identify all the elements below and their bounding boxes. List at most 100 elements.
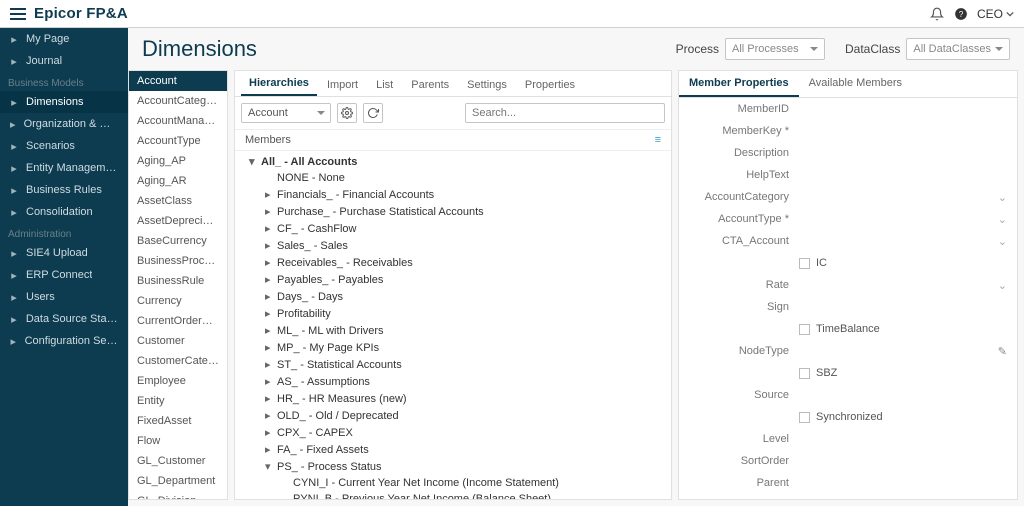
sidebar-item-business-rules[interactable]: ▸Business Rules xyxy=(0,179,128,201)
sidebar-item-data-source-status[interactable]: ▸Data Source Status xyxy=(0,308,128,330)
prop-value[interactable]: IC xyxy=(799,257,1007,269)
prop-value[interactable]: ⌄ xyxy=(799,235,1007,248)
nav-item-icon: ▸ xyxy=(8,118,18,130)
dimension-item[interactable]: Account xyxy=(129,71,227,91)
checkbox[interactable] xyxy=(799,324,810,335)
prop-value[interactable]: ⌄ xyxy=(799,279,1007,292)
dimension-item[interactable]: Currency xyxy=(129,291,227,311)
tree-row[interactable]: CYNI_I - Current Year Net Income (Income… xyxy=(235,475,671,491)
dimension-item[interactable]: Employee xyxy=(129,371,227,391)
dimension-item[interactable]: CustomerCategory xyxy=(129,351,227,371)
dimension-item[interactable]: BaseCurrency xyxy=(129,231,227,251)
tree-row[interactable]: NONE - None xyxy=(235,170,671,186)
prop-value[interactable]: SBZ xyxy=(799,367,1007,379)
dimension-item[interactable]: AssetDepreciationPc xyxy=(129,211,227,231)
dimension-item[interactable]: Aging_AR xyxy=(129,171,227,191)
tab-settings[interactable]: Settings xyxy=(459,74,515,96)
tree-label: Payables_ - Payables xyxy=(277,274,383,286)
dimension-item[interactable]: AccountCategory xyxy=(129,91,227,111)
tab-hierarchies[interactable]: Hierarchies xyxy=(241,72,317,96)
tree-row[interactable]: ▸AS_ - Assumptions xyxy=(235,373,671,390)
tree-row[interactable]: ▸Financials_ - Financial Accounts xyxy=(235,186,671,203)
dimension-item[interactable]: CurrentOrderState xyxy=(129,311,227,331)
tree-row[interactable]: ▸ML_ - ML with Drivers xyxy=(235,322,671,339)
tab-parents[interactable]: Parents xyxy=(403,74,457,96)
dimension-item[interactable]: AccountType xyxy=(129,131,227,151)
tree-row[interactable]: ▸Purchase_ - Purchase Statistical Accoun… xyxy=(235,203,671,220)
tree-row[interactable]: ▸Receivables_ - Receivables xyxy=(235,254,671,271)
tree-row[interactable]: ▸Profitability xyxy=(235,305,671,322)
nav-item-icon: ▸ xyxy=(8,55,20,67)
dimension-item[interactable]: AssetClass xyxy=(129,191,227,211)
dimension-item[interactable]: GL_Department xyxy=(129,471,227,491)
tab-import[interactable]: Import xyxy=(319,74,366,96)
prop-value[interactable]: Synchronized xyxy=(799,411,1007,423)
tree-row[interactable]: ▸OLD_ - Old / Deprecated xyxy=(235,407,671,424)
dimension-item[interactable]: Flow xyxy=(129,431,227,451)
tree-caret-icon: ▾ xyxy=(265,460,273,473)
tree-row[interactable]: ▸MP_ - My Page KPIs xyxy=(235,339,671,356)
prop-value[interactable]: ✎ xyxy=(799,345,1007,358)
tree-row[interactable]: ▸Days_ - Days xyxy=(235,288,671,305)
tree-label: CPX_ - CAPEX xyxy=(277,427,353,439)
sidebar-item-scenarios[interactable]: ▸Scenarios xyxy=(0,135,128,157)
tab-list[interactable]: List xyxy=(368,74,401,96)
dimension-item[interactable]: Customer xyxy=(129,331,227,351)
help-icon[interactable]: ? xyxy=(953,6,969,22)
dimension-item[interactable]: Aging_AP xyxy=(129,151,227,171)
tree-row[interactable]: ▸CPX_ - CAPEX xyxy=(235,424,671,441)
gear-icon[interactable] xyxy=(337,103,357,123)
sidebar-item-entity-management[interactable]: ▸Entity Management xyxy=(0,157,128,179)
tree-row[interactable]: ▸Payables_ - Payables xyxy=(235,271,671,288)
prop-label: NodeType xyxy=(689,345,799,357)
prop-value[interactable]: TimeBalance xyxy=(799,323,1007,335)
checkbox[interactable] xyxy=(799,258,810,269)
dimension-item[interactable]: AccountManager xyxy=(129,111,227,131)
members-menu-icon[interactable]: ≡ xyxy=(655,134,661,146)
menu-toggle-button[interactable] xyxy=(10,8,26,20)
sidebar-item-configuration-settings[interactable]: ▸Configuration Settings xyxy=(0,330,128,352)
tree-caret-icon: ▸ xyxy=(265,324,273,337)
checkbox[interactable] xyxy=(799,412,810,423)
edit-icon[interactable]: ✎ xyxy=(998,345,1007,358)
prop-label: AccountCategory xyxy=(689,191,799,203)
prop-tab-member-properties[interactable]: Member Properties xyxy=(679,71,799,97)
tree-row[interactable]: ▾PS_ - Process Status xyxy=(235,458,671,475)
prop-value[interactable]: ⌄ xyxy=(799,213,1007,226)
sidebar-item-sie4-upload[interactable]: ▸SIE4 Upload xyxy=(0,242,128,264)
hierarchy-select[interactable]: Account xyxy=(241,103,331,123)
dataclass-select[interactable]: All DataClasses xyxy=(906,38,1010,60)
tree-row[interactable]: ▸HR_ - HR Measures (new) xyxy=(235,390,671,407)
dimension-item[interactable]: GL_Division xyxy=(129,491,227,500)
prop-tab-available-members[interactable]: Available Members xyxy=(799,71,912,97)
sidebar-item-dimensions[interactable]: ▸Dimensions xyxy=(0,91,128,113)
dimension-item[interactable]: BusinessRule xyxy=(129,271,227,291)
bell-icon[interactable] xyxy=(929,6,945,22)
dimension-item[interactable]: FixedAsset xyxy=(129,411,227,431)
tree-row[interactable]: ▾All_ - All Accounts xyxy=(235,153,671,170)
checkbox[interactable] xyxy=(799,368,810,379)
tree-row[interactable]: PYNI_B - Previous Year Net Income (Balan… xyxy=(235,491,671,499)
refresh-icon[interactable] xyxy=(363,103,383,123)
tree-row[interactable]: ▸ST_ - Statistical Accounts xyxy=(235,356,671,373)
sidebar-item-my-page[interactable]: ▸My Page xyxy=(0,28,128,50)
tree-row[interactable]: ▸Sales_ - Sales xyxy=(235,237,671,254)
user-menu[interactable]: CEO xyxy=(977,7,1014,21)
tree-row[interactable]: ▸FA_ - Fixed Assets xyxy=(235,441,671,458)
tree-caret-icon: ▸ xyxy=(265,222,273,235)
dimension-item[interactable]: GL_Customer xyxy=(129,451,227,471)
dimension-list[interactable]: AccountAccountCategoryAccountManagerAcco… xyxy=(128,70,228,500)
sidebar-item-journal[interactable]: ▸Journal xyxy=(0,50,128,72)
members-tree[interactable]: ▾All_ - All AccountsNONE - None▸Financia… xyxy=(235,151,671,499)
sidebar-item-erp-connect[interactable]: ▸ERP Connect xyxy=(0,264,128,286)
prop-value[interactable]: ⌄ xyxy=(799,191,1007,204)
dimension-item[interactable]: BusinessProcess xyxy=(129,251,227,271)
process-select[interactable]: All Processes xyxy=(725,38,825,60)
dimension-item[interactable]: Entity xyxy=(129,391,227,411)
sidebar-item-users[interactable]: ▸Users xyxy=(0,286,128,308)
search-input[interactable] xyxy=(465,103,665,123)
sidebar-item-consolidation[interactable]: ▸Consolidation xyxy=(0,201,128,223)
tab-properties[interactable]: Properties xyxy=(517,74,583,96)
sidebar-item-organization-workflow[interactable]: ▸Organization & Workflow xyxy=(0,113,128,135)
tree-row[interactable]: ▸CF_ - CashFlow xyxy=(235,220,671,237)
